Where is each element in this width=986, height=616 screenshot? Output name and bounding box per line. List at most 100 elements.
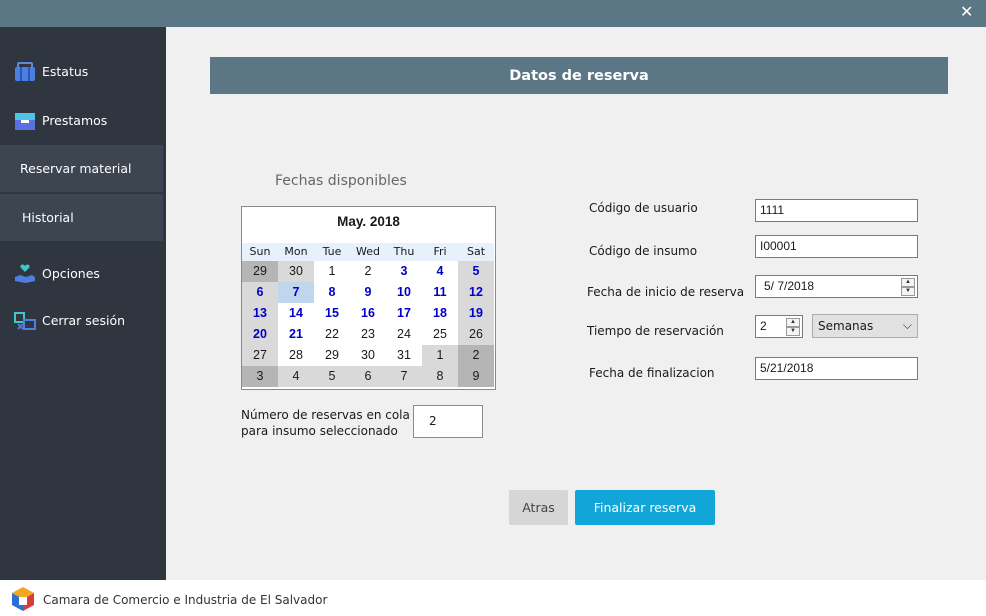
calendar-day[interactable]: 2 [350,261,386,282]
calendar-day[interactable]: 8 [422,366,458,387]
weekday-label: Sun [242,243,278,261]
fecha-fin-field[interactable]: 5/21/2018 [755,357,918,380]
spin-down-icon[interactable]: ▼ [786,327,800,336]
usuario-label: Código de usuario [589,201,698,215]
calendar-day[interactable]: 7 [386,366,422,387]
queue-count-label: Número de reservas en cola para insumo s… [241,407,411,439]
calendar-day-selected[interactable]: 7 [278,282,314,303]
calendar-day[interactable]: 18 [422,303,458,324]
usuario-input[interactable]: 1111 [755,199,918,222]
logout-icon [13,309,37,333]
calendar-day[interactable]: 12 [458,282,494,303]
weekday-label: Thu [386,243,422,261]
sidebar-item-historial[interactable]: Historial [0,194,163,241]
chevron-down-icon: ⌵ [902,318,912,332]
calendar-day[interactable]: 20 [242,324,278,345]
calendar-day[interactable]: 4 [422,261,458,282]
calendar-day[interactable]: 9 [458,366,494,387]
calendar-day[interactable]: 29 [314,345,350,366]
calendar-day[interactable]: 9 [350,282,386,303]
queue-count-field[interactable]: 2 [413,405,483,438]
title-bar: ✕ [0,0,986,27]
calendar-day[interactable]: 5 [314,366,350,387]
sidebar-item-label: Historial [22,210,74,225]
briefcase-icon [13,60,37,84]
calendar-day-grid: 29 30 1 2 3 4 5 6 7 8 9 10 11 12 13 14 1… [242,261,494,387]
spin-up-icon[interactable]: ▲ [786,318,800,327]
sidebar-item-reservar-material[interactable]: Reservar material [0,145,163,192]
main-panel: Datos de reserva Fechas disponibles May.… [166,27,986,580]
calendar-day[interactable]: 16 [350,303,386,324]
sidebar-item-opciones[interactable]: Opciones [0,250,163,297]
organization-name: Camara de Comercio e Industria de El Sal… [43,593,328,607]
tiempo-unit-select[interactable]: Semanas ⌵ [812,314,918,338]
calendar-day[interactable]: 8 [314,282,350,303]
page-title: Datos de reserva [210,57,948,94]
calendar-day[interactable]: 17 [386,303,422,324]
fecha-fin-label: Fecha de finalizacion [589,366,715,380]
inbox-icon [13,109,37,133]
weekday-label: Sat [458,243,494,261]
calendar-day[interactable]: 30 [278,261,314,282]
calendar-day[interactable]: 11 [422,282,458,303]
queue-label-line2: para insumo seleccionado [241,424,398,438]
calendar-day[interactable]: 22 [314,324,350,345]
calendar-day[interactable]: 6 [242,282,278,303]
finish-reservation-button[interactable]: Finalizar reserva [575,490,715,525]
sidebar-item-label: Reservar material [20,161,132,176]
tiempo-label: Tiempo de reservación [587,324,724,338]
number-spinner[interactable]: ▲ ▼ [786,318,800,336]
sidebar-item-cerrar-sesion[interactable]: Cerrar sesión [0,297,163,344]
sidebar-item-prestamos[interactable]: Prestamos [0,97,163,144]
calendar-day[interactable]: 2 [458,345,494,366]
calendar-title: Fechas disponibles [275,173,407,189]
tiempo-stepper[interactable]: 2 ▲ ▼ [755,315,803,338]
calendar-day[interactable]: 31 [386,345,422,366]
calendar-day[interactable]: 3 [242,366,278,387]
calendar-weekday-header: Sun Mon Tue Wed Thu Fri Sat [242,243,495,261]
calendar-day[interactable]: 1 [314,261,350,282]
calendar-month-label[interactable]: May. 2018 [242,214,495,229]
calendar-day[interactable]: 25 [422,324,458,345]
calendar-day[interactable]: 28 [278,345,314,366]
weekday-label: Tue [314,243,350,261]
fecha-inicio-value: 5/ 7/2018 [764,279,815,293]
calendar-day[interactable]: 10 [386,282,422,303]
footer: Camara de Comercio e Industria de El Sal… [0,580,986,616]
calendar-day[interactable]: 27 [242,345,278,366]
calendar-day[interactable]: 1 [422,345,458,366]
spin-up-icon[interactable]: ▲ [901,278,915,287]
close-icon[interactable]: ✕ [960,4,974,20]
sidebar-item-label: Estatus [42,64,89,79]
weekday-label: Wed [350,243,386,261]
calendar-day[interactable]: 24 [386,324,422,345]
insumo-input[interactable]: I00001 [755,235,918,258]
calendar-day[interactable]: 15 [314,303,350,324]
calendar-day[interactable]: 19 [458,303,494,324]
organization-logo-icon [11,586,35,612]
fecha-inicio-picker[interactable]: 5/ 7/2018 ▲ ▼ [755,275,918,298]
calendar-day[interactable]: 30 [350,345,386,366]
sidebar: Estatus Prestamos Reservar material Hist… [0,27,166,580]
hand-heart-icon [13,262,37,286]
calendar-day[interactable]: 4 [278,366,314,387]
tiempo-value: 2 [760,319,767,333]
calendar-day[interactable]: 14 [278,303,314,324]
calendar-day[interactable]: 29 [242,261,278,282]
tiempo-unit-value: Semanas [818,319,874,333]
back-button[interactable]: Atras [509,490,568,525]
calendar-day[interactable]: 21 [278,324,314,345]
calendar-day[interactable]: 26 [458,324,494,345]
calendar-day[interactable]: 3 [386,261,422,282]
calendar-day[interactable]: 6 [350,366,386,387]
sidebar-item-estatus[interactable]: Estatus [0,48,163,95]
month-calendar[interactable]: May. 2018 Sun Mon Tue Wed Thu Fri Sat 29… [241,206,496,390]
calendar-day[interactable]: 23 [350,324,386,345]
date-spinner[interactable]: ▲ ▼ [901,278,915,296]
queue-label-line1: Número de reservas en cola [241,408,410,422]
spin-down-icon[interactable]: ▼ [901,287,915,296]
insumo-label: Código de insumo [589,244,698,258]
weekday-label: Fri [422,243,458,261]
calendar-day[interactable]: 5 [458,261,494,282]
calendar-day[interactable]: 13 [242,303,278,324]
